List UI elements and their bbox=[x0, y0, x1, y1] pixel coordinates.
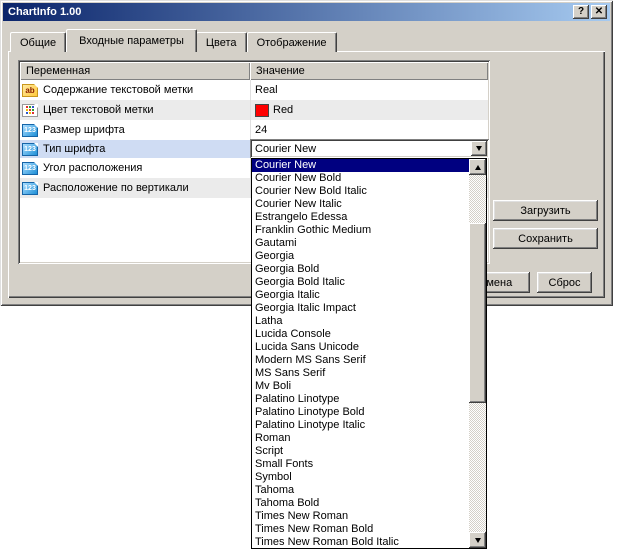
font-dropdown-list: Courier New Courier New Bold Courier New B… bbox=[251, 158, 487, 549]
variable-label: Угол расположения bbox=[43, 162, 143, 174]
variable-cell: 123 Размер шрифта bbox=[20, 120, 250, 140]
scroll-up-icon bbox=[474, 164, 481, 170]
scrollbar-thumb[interactable] bbox=[469, 223, 486, 403]
tab-4[interactable]: Отображение bbox=[246, 32, 337, 52]
value-cell: Real bbox=[250, 80, 488, 100]
dropdown-item[interactable]: Lucida Console bbox=[252, 328, 469, 341]
dropdown-item[interactable]: Courier New Bold bbox=[252, 172, 469, 185]
variable-cell: 123 Угол расположения bbox=[20, 158, 250, 178]
variable-cell: ab Содержание текстовой метки bbox=[20, 80, 250, 100]
dropdown-item[interactable]: Latha bbox=[252, 315, 469, 328]
dropdown-items: Courier New Courier New Bold Courier New B… bbox=[252, 159, 469, 548]
variable-label: Размер шрифта bbox=[43, 124, 125, 136]
dropdown-item[interactable]: Courier New Italic bbox=[252, 198, 469, 211]
dropdown-item[interactable]: Palatino Linotype bbox=[252, 393, 469, 406]
dropdown-item[interactable]: Georgia Bold bbox=[252, 263, 469, 276]
value-text: Red bbox=[273, 104, 294, 116]
scroll-up-button[interactable] bbox=[469, 159, 486, 175]
dropdown-item[interactable]: Tahoma Bold bbox=[252, 497, 469, 510]
value-text: Real bbox=[255, 84, 278, 96]
titlebar-buttons: ? ✕ bbox=[573, 5, 607, 19]
dropdown-item[interactable]: Times New Roman bbox=[252, 510, 469, 523]
numeric-icon: 123 bbox=[22, 123, 38, 137]
variable-cell: 123 Расположение по вертикали bbox=[20, 178, 250, 198]
dropdown-item[interactable]: Lucida Sans Unicode bbox=[252, 341, 469, 354]
dropdown-item[interactable]: Symbol bbox=[252, 471, 469, 484]
dropdown-item[interactable]: Estrangelo Edessa bbox=[252, 211, 469, 224]
variable-cell: Цвет текстовой метки bbox=[20, 100, 250, 120]
variable-label: Расположение по вертикали bbox=[43, 182, 189, 194]
dropdown-item[interactable]: Small Fonts bbox=[252, 458, 469, 471]
color-dots bbox=[25, 105, 35, 115]
dropdown-item[interactable]: Palatino Linotype Italic bbox=[252, 419, 469, 432]
column-header-value: Значение bbox=[250, 62, 488, 80]
font-type-combobox[interactable]: Courier New bbox=[250, 139, 489, 158]
variable-cell: 123 Тип шрифта bbox=[20, 140, 250, 158]
dropdown-item[interactable]: Georgia Italic bbox=[252, 289, 469, 302]
variable-label: Цвет текстовой метки bbox=[43, 104, 154, 116]
numeric-icon: 123 bbox=[22, 161, 38, 175]
dropdown-item[interactable]: MS Sans Serif bbox=[252, 367, 469, 380]
value-cell: Red bbox=[250, 100, 488, 120]
dropdown-item[interactable]: Times New Roman Bold Italic bbox=[252, 536, 469, 548]
table-header-row: Переменная Значение bbox=[20, 62, 488, 80]
value-cell: 24 bbox=[250, 120, 488, 140]
tab-1[interactable]: Общие bbox=[10, 32, 67, 52]
tab-strip: Общие Входные параметры Цвета Отображение bbox=[10, 29, 337, 52]
numeric-icon: 123 bbox=[22, 142, 38, 156]
save-button[interactable]: Сохранить bbox=[493, 228, 598, 249]
dropdown-item[interactable]: Roman bbox=[252, 432, 469, 445]
table-row[interactable]: 123 Размер шрифта 24 bbox=[20, 120, 488, 140]
window-title: ChartInfo 1.00 bbox=[8, 6, 82, 18]
numeric-icon: 123 bbox=[22, 181, 38, 195]
scroll-down-button[interactable] bbox=[469, 532, 486, 548]
dropdown-item[interactable]: Palatino Linotype Bold bbox=[252, 406, 469, 419]
dropdown-item[interactable]: Georgia bbox=[252, 250, 469, 263]
dropdown-item[interactable]: Mv Boli bbox=[252, 380, 469, 393]
help-icon[interactable]: ? bbox=[573, 5, 589, 19]
dropdown-item[interactable]: Georgia Bold Italic bbox=[252, 276, 469, 289]
combo-arrow-button[interactable] bbox=[471, 141, 487, 156]
table-row[interactable]: Цвет текстовой метки Red bbox=[20, 100, 488, 120]
dropdown-item[interactable]: Georgia Italic Impact bbox=[252, 302, 469, 315]
table-row[interactable]: ab Содержание текстовой метки Real bbox=[20, 80, 488, 100]
dropdown-item[interactable]: Times New Roman Bold bbox=[252, 523, 469, 536]
dropdown-scrollbar[interactable] bbox=[469, 159, 486, 548]
title-bar[interactable]: ChartInfo 1.00 ? ✕ bbox=[3, 3, 610, 21]
color-swatch bbox=[255, 103, 269, 117]
tab-2[interactable]: Входные параметры bbox=[66, 29, 197, 52]
variable-label: Тип шрифта bbox=[43, 143, 106, 155]
value-text: 24 bbox=[255, 124, 268, 136]
chevron-down-icon bbox=[476, 146, 482, 151]
tab-3[interactable]: Цвета bbox=[195, 32, 247, 52]
dropdown-item[interactable]: Gautami bbox=[252, 237, 469, 250]
close-icon[interactable]: ✕ bbox=[591, 5, 607, 19]
dropdown-item[interactable]: Tahoma bbox=[252, 484, 469, 497]
dropdown-item[interactable]: Courier New bbox=[252, 159, 469, 172]
load-button[interactable]: Загрузить bbox=[493, 200, 598, 221]
reset-button[interactable]: Сброс bbox=[537, 272, 592, 293]
variable-label: Содержание текстовой метки bbox=[43, 84, 194, 96]
dropdown-item[interactable]: Franklin Gothic Medium bbox=[252, 224, 469, 237]
dropdown-item[interactable]: Script bbox=[252, 445, 469, 458]
color-picker-icon bbox=[22, 103, 38, 117]
scroll-down-icon bbox=[474, 537, 481, 543]
combobox-value: Courier New bbox=[255, 142, 317, 155]
dropdown-item[interactable]: Modern MS Sans Serif bbox=[252, 354, 469, 367]
column-header-variable: Переменная bbox=[20, 62, 250, 80]
dropdown-item[interactable]: Courier New Bold Italic bbox=[252, 185, 469, 198]
text-label-icon: ab bbox=[22, 83, 38, 97]
